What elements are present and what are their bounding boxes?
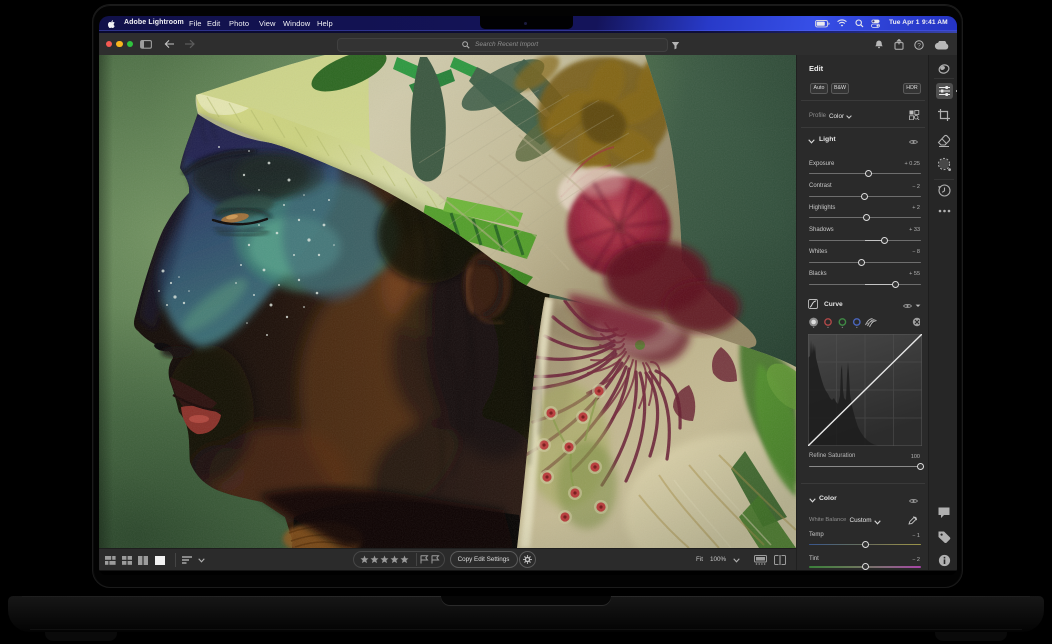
svg-text:?: ?: [917, 42, 921, 49]
